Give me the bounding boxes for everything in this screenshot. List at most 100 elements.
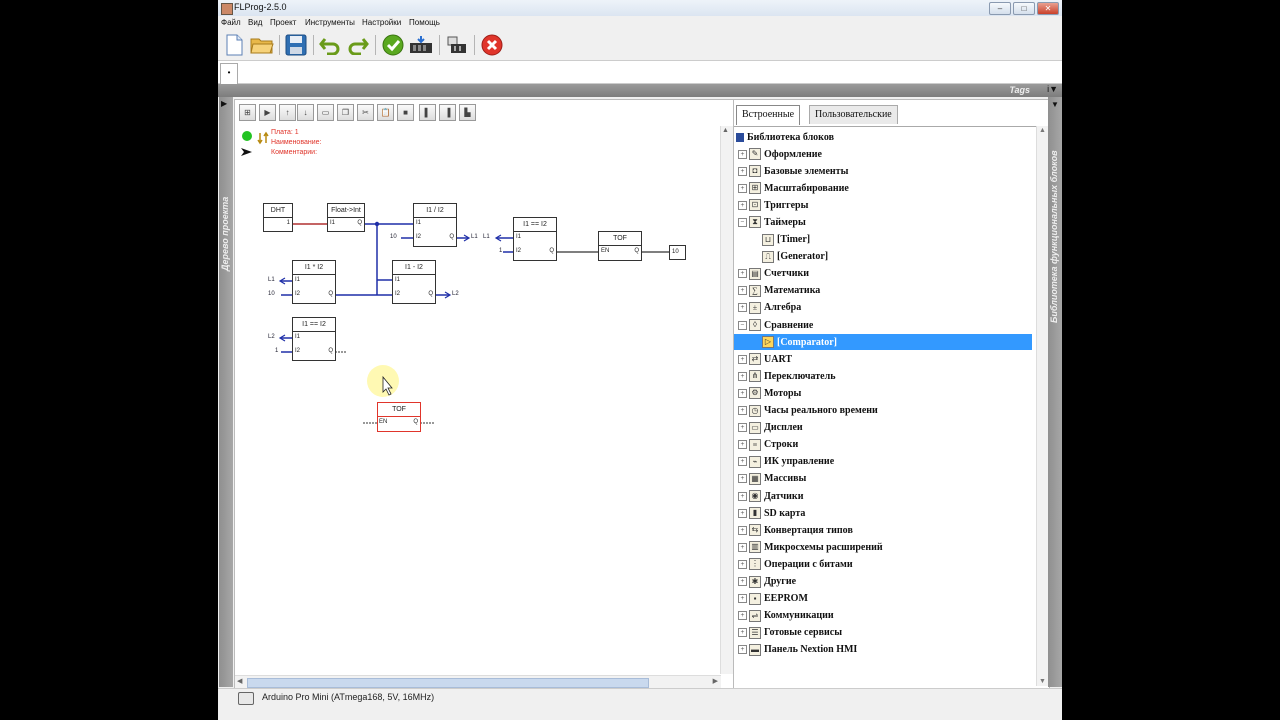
expand-icon[interactable]: + [738,457,747,467]
expand-icon[interactable]: + [738,594,747,604]
expand-icon[interactable]: + [738,269,747,279]
tree-item-comparison[interactable]: − ◊ Сравнение [738,317,813,333]
scroll-down-icon[interactable]: ▼ [1039,678,1046,685]
menu-file[interactable]: Файл [221,18,241,27]
canvas-horizontal-scrollbar[interactable]: ◀ ▶ [235,675,721,688]
block-multiply[interactable]: I1 * I2 I1 I2 Q [292,260,336,304]
horizontal-scroll-thumb[interactable] [247,678,649,688]
expand-icon[interactable]: + [738,628,747,638]
tree-item-nextion[interactable]: + ▬ Панель Nextion HMI [738,642,857,658]
open-file-button[interactable] [249,33,275,57]
project-tree-panel[interactable]: ▶ Дерево проекта [219,97,233,687]
tree-item-sd-card[interactable]: + ▮ SD карта [738,505,805,521]
block-equal-1[interactable]: I1 == I2 I1 I2 Q [513,217,557,261]
expand-icon[interactable]: + [738,559,747,569]
block-dht[interactable]: DHT 1 [263,203,293,232]
tree-item-services[interactable]: + ☰ Готовые сервисы [738,625,842,641]
diagram-canvas[interactable]: ⊞ ▶ ↑ ↓ ▭ ❐ ✂ 📋 ■ ▌ ▐ ▙ Плата: 1 Наимено… [234,99,734,689]
tree-item-comparator[interactable]: ▷ [Comparator] [734,334,1032,351]
tof1-output-value[interactable]: 10 [669,245,686,260]
expand-icon[interactable]: + [738,440,747,450]
tree-item-design[interactable]: + ✎ Оформление [738,146,822,162]
expand-icon[interactable]: + [738,423,747,433]
expand-icon[interactable]: + [738,542,747,552]
tree-item-strings[interactable]: + ≡ Строки [738,437,798,453]
save-button[interactable] [283,33,309,57]
expand-icon[interactable]: + [738,406,747,415]
tree-item-rtc[interactable]: + ◷ Часы реального времени [738,403,878,419]
block-tof-1[interactable]: TOF EN Q [598,231,642,261]
minimize-button[interactable]: – [989,2,1011,15]
expand-icon[interactable]: + [738,474,747,484]
expand-icon[interactable]: + [738,611,747,621]
block-tof-2[interactable]: TOF EN Q [377,402,421,432]
tree-item-generator[interactable]: ⎍ [Generator] [758,249,828,265]
expand-icon[interactable]: + [738,388,747,398]
tree-item-timers[interactable]: − ⧗ Таймеры [738,214,806,230]
collapse-icon[interactable]: − [738,217,747,227]
upload-button[interactable] [408,33,434,57]
tree-item-other[interactable]: + ✱ Другие [738,574,796,590]
panel-toggle-icon[interactable]: ▼ [1051,100,1059,109]
block-divide[interactable]: I1 / I2 I1 I2 Q [413,203,457,247]
tree-item-basic-elements[interactable]: + ◘ Базовые элементы [738,163,848,179]
block-subtract[interactable]: I1 - I2 I1 I2 Q [392,260,436,304]
expand-icon[interactable]: + [738,354,747,364]
tree-item-math[interactable]: + ∑ Математика [738,283,820,299]
tree-item-switch[interactable]: + ⋔ Переключатель [738,368,835,384]
tree-item-type-conversion[interactable]: + ⇆ Конвертация типов [738,522,853,538]
menu-project[interactable]: Проект [270,18,296,27]
tab-builtin[interactable]: Встроенные [736,105,801,125]
undo-button[interactable] [317,33,343,57]
scroll-up-icon[interactable]: ▲ [1039,127,1046,134]
expand-icon[interactable]: + [738,286,747,296]
tree-item-motors[interactable]: + ⚙ Моторы [738,385,801,401]
menu-settings[interactable]: Настройки [362,18,401,27]
tab-user[interactable]: Пользовательские [809,105,898,124]
tree-item-triggers[interactable]: + ⊡ Триггеры [738,197,808,213]
expand-icon[interactable]: + [738,577,747,586]
expand-icon[interactable]: + [738,166,747,176]
board-settings-button[interactable] [444,33,470,57]
menu-help[interactable]: Помощь [409,18,440,27]
canvas-vertical-scrollbar[interactable]: ▲ [720,126,733,674]
menu-tools[interactable]: Инструменты [305,18,355,27]
expand-icon[interactable]: + [738,149,747,159]
tree-item-uart[interactable]: + ⇄ UART [738,351,792,367]
expand-icon[interactable]: + [738,303,747,313]
tree-item-counters[interactable]: + ▤ Счетчики [738,266,809,282]
expand-icon[interactable]: + [738,645,747,655]
tree-item-communications[interactable]: + ⇌ Коммуникации [738,608,834,624]
expand-icon[interactable]: + [738,371,747,381]
tree-item-algebra[interactable]: + ± Алгебра [738,300,801,316]
tree-item-sensors[interactable]: + ◉ Датчики [738,488,803,504]
verify-button[interactable] [380,33,406,57]
block-equal-2[interactable]: I1 == I2 I1 I2 Q [292,317,336,361]
tree-item-ir-control[interactable]: + ⌁ ИК управление [738,454,834,470]
panel-toggle-icon[interactable]: ▶ [221,99,227,108]
tree-item-expansion-chips[interactable]: + ▥ Микросхемы расширений [738,539,883,555]
collapse-icon[interactable]: − [738,320,747,330]
tree-item-displays[interactable]: + ▭ Дисплеи [738,420,803,436]
tree-item-timer[interactable]: ⊔ [Timer] [758,232,810,248]
maximize-button[interactable]: □ [1013,2,1035,15]
block-library-panel-tab[interactable]: ▼ Библиотека функциональных блоков [1048,97,1062,687]
menu-view[interactable]: Вид [248,18,262,27]
tags-toggle-button[interactable]: i▼ [1047,84,1058,94]
scroll-left-icon[interactable]: ◀ [237,677,242,685]
tree-item-scaling[interactable]: + ⊞ Масштабирование [738,180,849,196]
scroll-right-icon[interactable]: ▶ [713,677,718,685]
new-file-button[interactable] [221,33,247,57]
stop-button[interactable] [479,33,505,57]
tree-root[interactable]: Библиотека блоков [736,129,834,145]
close-window-button[interactable]: ✕ [1037,2,1059,15]
expand-icon[interactable]: + [738,200,747,210]
tree-item-eeprom[interactable]: + ▪ EEPROM [738,591,808,607]
scroll-up-icon[interactable]: ▲ [722,127,729,134]
expand-icon[interactable]: + [738,508,747,518]
expand-icon[interactable]: + [738,525,747,535]
board-tab[interactable]: • [220,63,238,84]
expand-icon[interactable]: + [738,491,747,501]
redo-button[interactable] [345,33,371,57]
tree-item-bit-ops[interactable]: + ⋮ Операции с битами [738,556,853,572]
